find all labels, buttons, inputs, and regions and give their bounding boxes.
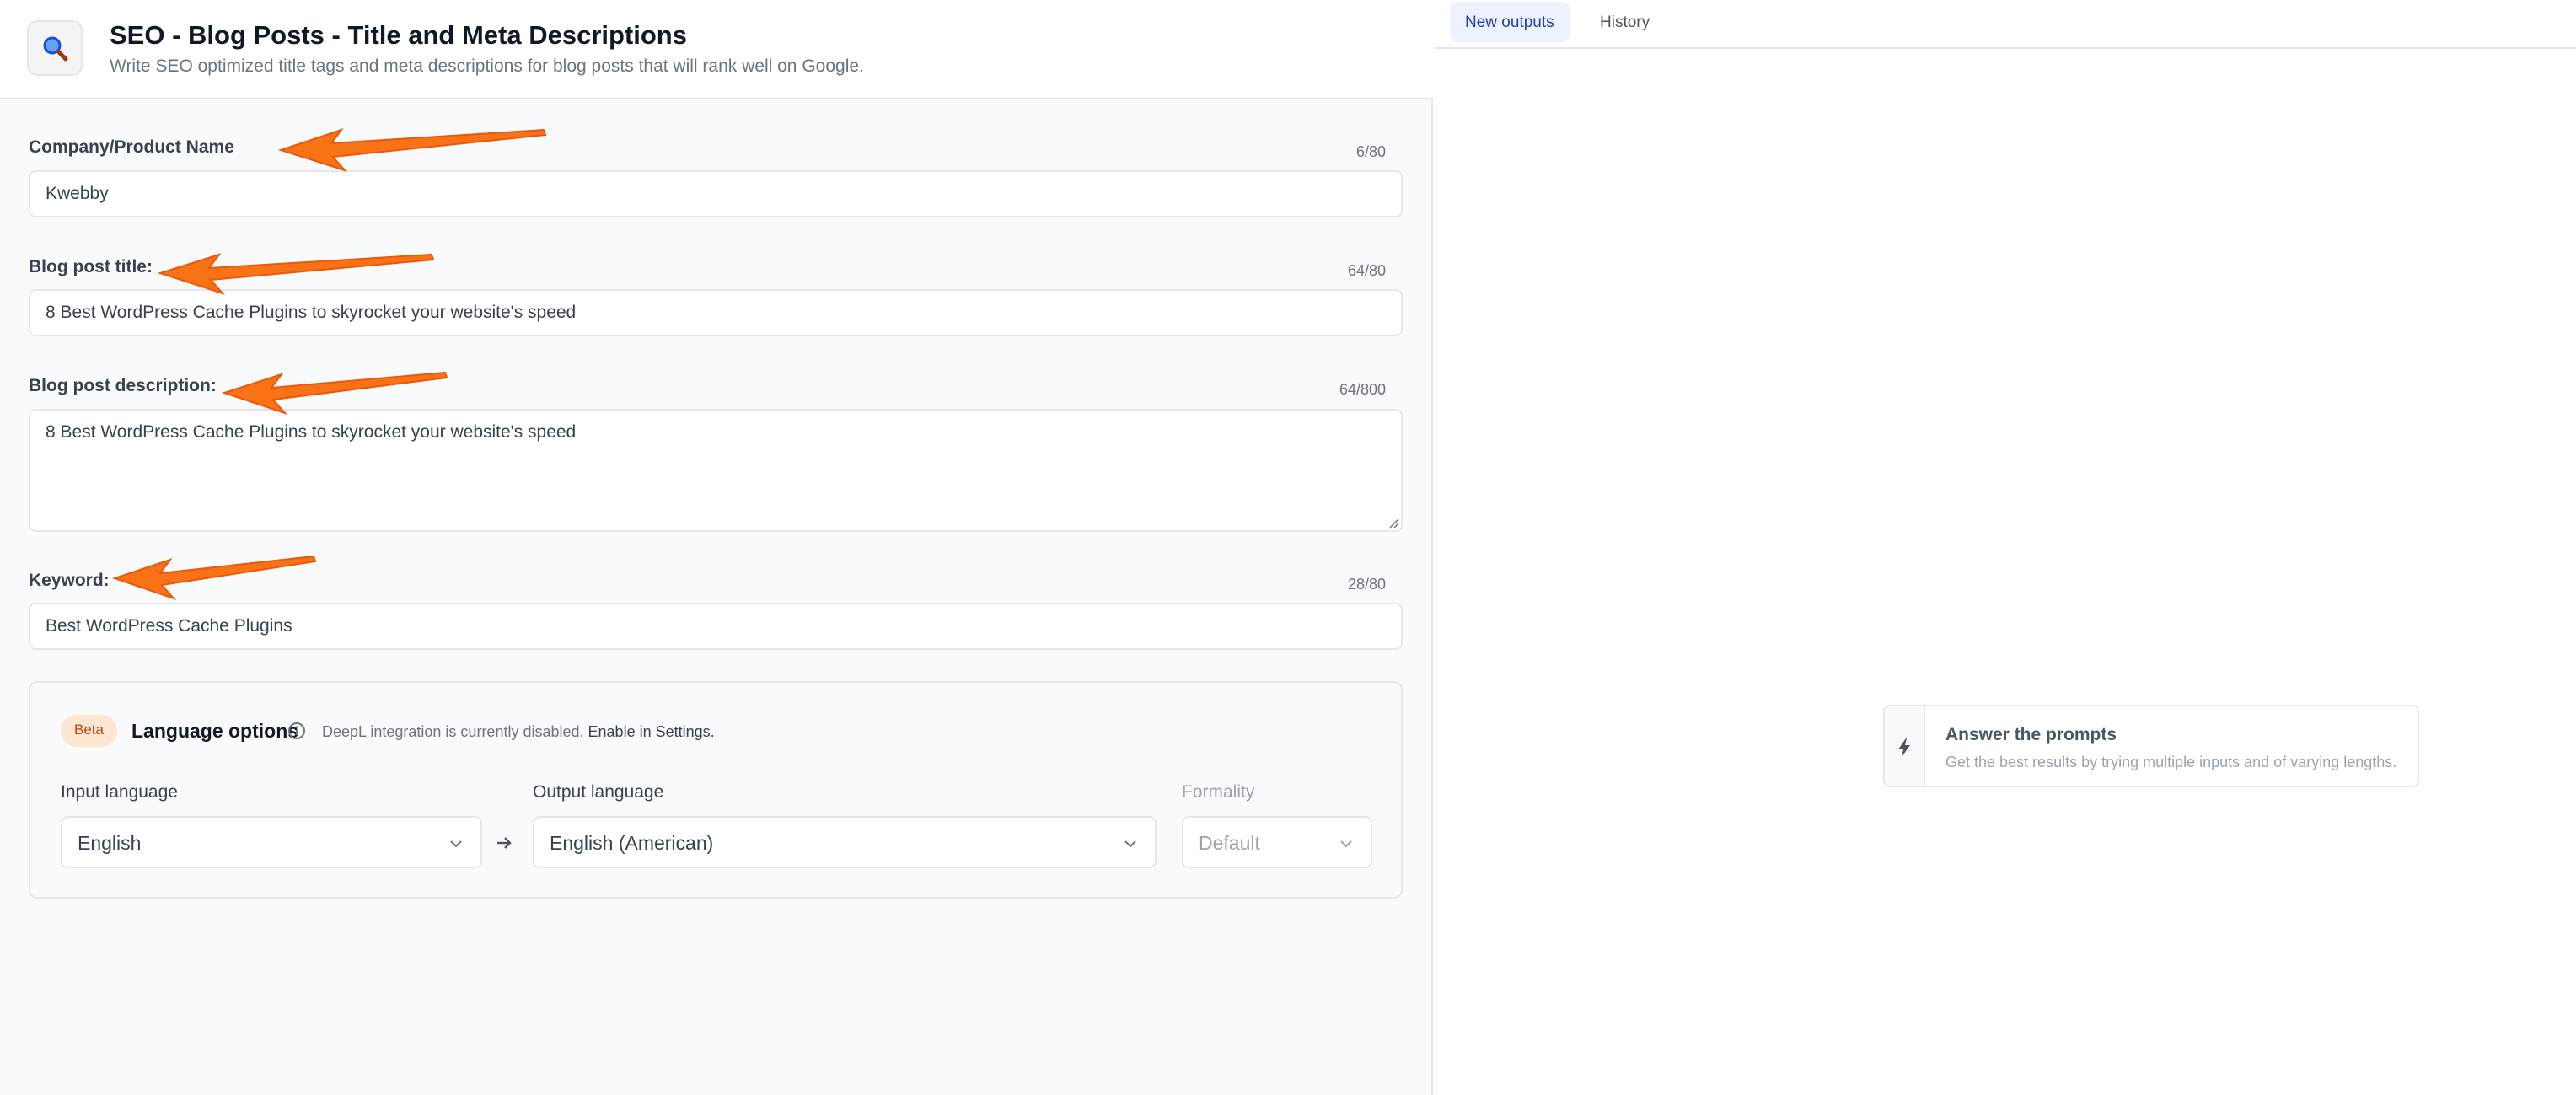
app: SEO - Blog Posts - Title and Meta Descri… [0, 0, 2576, 1095]
keyword-counter: 28/80 [1347, 576, 1386, 593]
input-language-value: English [78, 832, 142, 854]
arrow-right-icon [497, 837, 512, 849]
formality-select[interactable]: Default [1182, 816, 1372, 868]
enable-settings-link[interactable]: Enable in Settings. [588, 723, 715, 740]
output-language-label: Output language [533, 782, 664, 802]
annotation-arrow-icon [277, 128, 547, 173]
hint-subtitle: Get the best results by trying multiple … [1945, 754, 2397, 770]
output-panel: New outputs History Answer the prompts G… [1435, 0, 2576, 1095]
deepl-note: DeepL integration is currently disabled.… [322, 723, 715, 741]
output-language-select[interactable]: English (American) [533, 816, 1157, 868]
magnifier-icon [27, 20, 83, 76]
company-name-input[interactable]: Kwebby [29, 170, 1403, 217]
tab-new-outputs[interactable]: New outputs [1450, 2, 1570, 42]
annotation-arrow-icon [221, 371, 448, 416]
blog-description-textarea[interactable]: 8 Best WordPress Cache Plugins to skyroc… [29, 409, 1403, 532]
resize-handle-icon[interactable] [1387, 517, 1399, 529]
input-language-select[interactable]: English [61, 816, 482, 868]
annotation-arrow-icon [157, 253, 435, 296]
language-options-panel: Beta Language options DeepL integration … [29, 681, 1403, 899]
hint-title: Answer the prompts [1945, 725, 2117, 744]
input-language-label: Input language [61, 782, 178, 802]
page-subtitle: Write SEO optimized title tags and meta … [110, 56, 864, 76]
company-name-counter: 6/80 [1355, 143, 1386, 160]
deepl-note-text: DeepL integration is currently disabled. [322, 723, 584, 740]
beta-badge: Beta [61, 715, 117, 747]
formality-value: Default [1199, 832, 1260, 854]
lightning-icon [1885, 706, 1925, 786]
keyword-label: Keyword: [29, 571, 110, 590]
blog-title-label: Blog post title: [29, 257, 153, 276]
blog-description-counter: 64/800 [1339, 381, 1386, 398]
chevron-down-icon [1340, 840, 1352, 848]
info-icon[interactable] [287, 721, 307, 741]
company-name-label: Company/Product Name [29, 137, 234, 157]
tool-header: SEO - Blog Posts - Title and Meta Descri… [0, 0, 1433, 99]
chevron-down-icon [450, 840, 462, 848]
keyword-input[interactable]: Best WordPress Cache Plugins [29, 603, 1403, 650]
page-title: SEO - Blog Posts - Title and Meta Descri… [110, 20, 687, 50]
output-tabs: New outputs History [1435, 0, 2576, 49]
formality-label: Formality [1182, 782, 1255, 802]
input-panel: SEO - Blog Posts - Title and Meta Descri… [0, 0, 1433, 1095]
blog-description-value: 8 Best WordPress Cache Plugins to skyroc… [46, 422, 577, 442]
chevron-down-icon [1124, 840, 1136, 848]
hint-card: Answer the prompts Get the best results … [1883, 705, 2419, 787]
tab-history[interactable]: History [1585, 2, 1665, 42]
blog-description-label: Blog post description: [29, 376, 217, 395]
blog-title-counter: 64/80 [1347, 262, 1386, 279]
output-language-value: English (American) [550, 832, 714, 854]
annotation-arrow-icon [111, 555, 317, 601]
language-options-title: Language options [131, 720, 299, 742]
